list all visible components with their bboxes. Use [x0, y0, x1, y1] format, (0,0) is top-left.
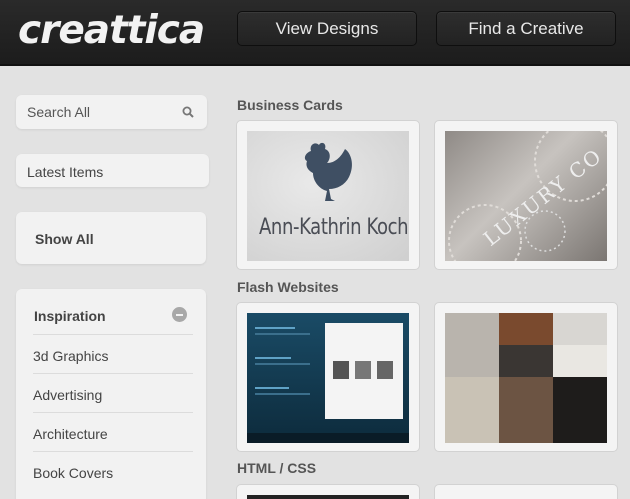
thumbnail-flash-website-2[interactable]: [434, 302, 618, 452]
collapse-icon[interactable]: [172, 307, 187, 322]
card-name-text: Ann-Kathrin Koch: [259, 215, 409, 240]
flash-site-image: [247, 313, 409, 443]
thumbnail-html-css-1[interactable]: [236, 484, 420, 499]
section-title-business-cards[interactable]: Business Cards: [237, 97, 343, 113]
latest-items-label: Latest Items: [27, 164, 104, 180]
thumbnail-business-card-1[interactable]: Ann-Kathrin Koch: [236, 120, 420, 270]
site-header: creattica View Designs Find a Creative: [0, 0, 630, 66]
interiors-grid-image: [445, 313, 607, 443]
inspiration-title: Inspiration: [34, 308, 106, 324]
thumbnail-html-css-2[interactable]: [434, 484, 618, 499]
sidebar-item-3d-graphics[interactable]: 3d Graphics: [33, 334, 193, 373]
sidebar-item-advertising[interactable]: Advertising: [33, 373, 193, 412]
sidebar-item-architecture[interactable]: Architecture: [33, 412, 193, 451]
find-a-creative-button[interactable]: Find a Creative: [436, 11, 616, 46]
section-title-flash-websites[interactable]: Flash Websites: [237, 279, 339, 295]
thumbnail-flash-website-1[interactable]: [236, 302, 420, 452]
latest-items-link[interactable]: Latest Items: [16, 154, 209, 187]
search-icon[interactable]: [182, 106, 194, 118]
site-logo[interactable]: creattica: [18, 9, 205, 53]
view-designs-button[interactable]: View Designs: [237, 11, 417, 46]
rooster-card-image: Ann-Kathrin Koch: [247, 131, 409, 261]
sidebar-item-book-covers[interactable]: Book Covers: [33, 451, 193, 490]
show-all-label: Show All: [35, 231, 94, 247]
section-title-html-css[interactable]: HTML / CSS: [237, 460, 316, 476]
flash-nav-bar: [247, 433, 409, 443]
thumbnail-business-card-2[interactable]: LUXURY CO: [434, 120, 618, 270]
show-all-link[interactable]: Show All: [16, 212, 206, 264]
content-panel: [325, 323, 403, 419]
inspiration-panel: Inspiration 3d Graphics Advertising Arch…: [16, 289, 206, 499]
rooster-icon: [304, 142, 352, 201]
search-input[interactable]: Search All: [27, 104, 90, 120]
luxury-card-image: LUXURY CO: [445, 131, 607, 261]
search-box[interactable]: Search All: [16, 95, 207, 129]
